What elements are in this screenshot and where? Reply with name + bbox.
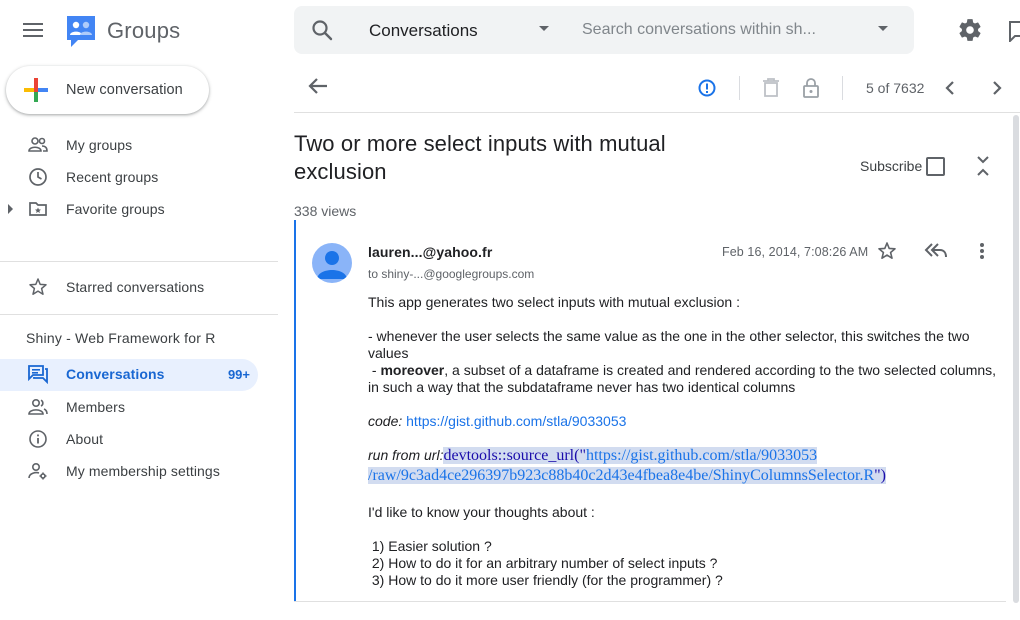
info-icon — [28, 429, 48, 449]
search-bar: Conversations — [294, 6, 914, 54]
code-line: code: https://gist.github.com/stla/90330… — [368, 413, 1008, 430]
toolbar-separator — [739, 76, 740, 100]
code-link[interactable]: https://gist.github.com/stla/9033053 — [406, 413, 626, 429]
collapse-all-icon[interactable] — [973, 155, 993, 177]
gear-icon[interactable] — [957, 17, 983, 43]
clock-icon — [28, 167, 48, 187]
back-arrow-icon[interactable] — [307, 75, 329, 97]
run-code: devtools::source_url("https://gist.githu… — [443, 447, 818, 464]
sidebar-item-label: Conversations — [66, 366, 165, 382]
bold-text: moreover — [380, 362, 445, 378]
message-divider — [294, 601, 1006, 602]
sidebar-item-label: My membership settings — [66, 463, 220, 479]
sidebar-item-label: About — [66, 431, 104, 447]
report-icon[interactable] — [697, 76, 717, 100]
conversation-pager: 5 of 7632 — [866, 80, 925, 96]
subscribe-label: Subscribe — [860, 158, 923, 174]
chevron-right-icon[interactable] — [989, 76, 1005, 100]
search-scope-select[interactable]: Conversations — [369, 21, 478, 41]
chat-icon — [28, 364, 48, 384]
sidebar-item-members[interactable]: Members — [0, 392, 258, 422]
sidebar-item-conversations[interactable]: Conversations 99+ — [0, 359, 258, 391]
lock-icon[interactable] — [802, 76, 820, 100]
star-icon — [28, 277, 48, 297]
sidebar-item-membership-settings[interactable]: My membership settings — [0, 456, 258, 486]
sidebar-item-label: My groups — [66, 137, 133, 153]
message-date: Feb 16, 2014, 7:08:26 AM — [722, 245, 869, 259]
subscribe-checkbox[interactable] — [926, 157, 945, 176]
groups-logo-icon — [64, 13, 98, 49]
question-2: 2) How to do it for an arbitrary number … — [368, 555, 718, 571]
message-intro: This app generates two select inputs wit… — [368, 294, 740, 310]
search-input[interactable] — [582, 18, 872, 42]
question-3: 3) How to do it more user friendly (for … — [368, 572, 723, 588]
app-name: Groups — [107, 18, 181, 43]
sidebar-item-starred-conversations[interactable]: Starred conversations — [0, 272, 258, 302]
gist-raw-link-cont[interactable]: /raw/9c3ad4ce296397b923c88b40c2d43e4fbea… — [368, 467, 874, 484]
scrollbar[interactable] — [1013, 115, 1019, 603]
code-fn: devtools::source_url(" — [443, 447, 586, 464]
thoughts-line: I'd like to know your thoughts about : — [368, 504, 595, 520]
delete-icon[interactable] — [762, 76, 780, 100]
unread-count-badge: 99+ — [227, 367, 250, 382]
people-icon — [28, 135, 48, 155]
sidebar-item-label: Members — [66, 399, 126, 415]
main-menu-button[interactable] — [20, 18, 46, 42]
gist-raw-link[interactable]: https://gist.github.com/stla/9033053 — [586, 447, 817, 464]
message-bullet-1: - whenever the user selects the same val… — [368, 328, 970, 361]
run-code-cont: /raw/9c3ad4ce296397b923c88b40c2d43e4fbea… — [368, 467, 886, 484]
toolbar-separator — [842, 76, 843, 100]
bullet-text: , a subset of a dataframe is created and… — [368, 362, 997, 395]
more-vert-icon[interactable] — [978, 241, 986, 261]
sidebar-item-recent-groups[interactable]: Recent groups — [0, 162, 258, 192]
thread-title: Two or more select inputs with mutual ex… — [294, 131, 666, 184]
chevron-left-icon[interactable] — [942, 76, 958, 100]
person-settings-icon — [28, 461, 48, 481]
sidebar-divider — [0, 314, 278, 315]
sidebar-item-label: Recent groups — [66, 169, 159, 185]
view-count: 338 views — [294, 203, 357, 219]
sidebar-item-my-groups[interactable]: My groups — [0, 130, 258, 160]
folder-star-icon — [28, 199, 48, 219]
toolbar-divider — [294, 112, 1020, 113]
caret-right-icon[interactable] — [8, 204, 14, 214]
search-icon[interactable] — [311, 19, 333, 41]
sidebar-item-label: Starred conversations — [66, 279, 205, 295]
chevron-down-icon[interactable] — [538, 25, 550, 33]
bullet-prefix: - — [368, 362, 381, 378]
code-end: ") — [874, 467, 886, 484]
sidebar-item-favorite-groups[interactable]: Favorite groups — [0, 194, 258, 224]
message-bullet-2: - moreover, a subset of a dataframe is c… — [368, 362, 1008, 396]
new-conversation-button[interactable]: New conversation — [6, 66, 209, 114]
sidebar-item-label: Favorite groups — [66, 201, 165, 217]
plus-icon — [24, 78, 48, 102]
reply-all-icon[interactable] — [924, 241, 948, 261]
members-icon — [28, 397, 48, 417]
new-conversation-label: New conversation — [66, 82, 183, 98]
avatar[interactable] — [312, 243, 352, 283]
run-label: run from url: — [368, 447, 444, 463]
group-name[interactable]: Shiny - Web Framework for R — [26, 330, 216, 346]
sender-name[interactable]: lauren...@yahoo.fr — [368, 244, 492, 260]
groups-logo[interactable]: Groups — [64, 13, 180, 49]
run-line: run from url:devtools::source_url("https… — [368, 446, 1008, 486]
hamburger-icon — [23, 23, 43, 37]
sidebar-item-about[interactable]: About — [0, 424, 258, 454]
code-label: code: — [368, 413, 403, 429]
feedback-icon[interactable] — [1008, 20, 1020, 42]
search-options-icon[interactable] — [877, 25, 889, 33]
star-icon[interactable] — [877, 241, 897, 261]
message-indicator — [294, 220, 296, 602]
sidebar-divider — [0, 261, 278, 262]
question-1: 1) Easier solution ? — [368, 538, 492, 554]
recipient: to shiny-...@googlegroups.com — [368, 267, 535, 281]
